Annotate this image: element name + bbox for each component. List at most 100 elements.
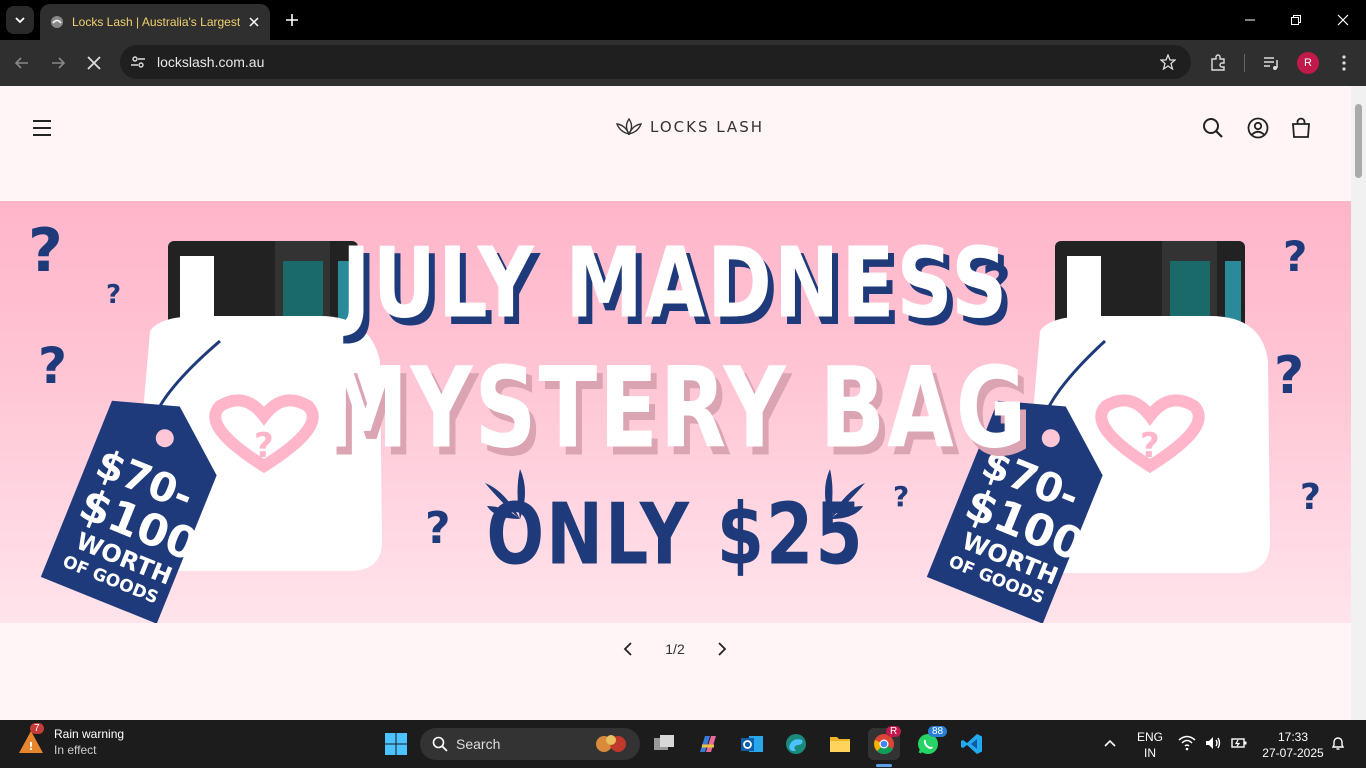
active-tab[interactable]: Locks Lash | Australia's Largest: [40, 4, 270, 40]
page-scrollbar[interactable]: [1351, 86, 1366, 720]
banner-headline-line2: MYSTERY BAG: [322, 344, 1029, 474]
clock[interactable]: 17:33 27-07-2025: [1256, 729, 1330, 761]
site-favicon-icon: [51, 16, 63, 28]
search-label: Search: [456, 736, 501, 752]
chevron-right-icon[interactable]: [714, 641, 730, 657]
forward-button[interactable]: [47, 52, 69, 74]
outlook-button[interactable]: [736, 728, 768, 760]
site-header: LOCKS LASH: [0, 86, 1351, 172]
battery-charging-icon: [1231, 738, 1247, 748]
cart-bag-icon[interactable]: [1289, 116, 1313, 140]
tab-search-button[interactable]: [6, 6, 34, 34]
chrome-profile-badge: R: [886, 726, 902, 737]
windows-taskbar: ! 7 Rain warning In effect Search R 88 E…: [0, 720, 1366, 768]
address-bar[interactable]: lockslash.com.au: [120, 45, 1191, 79]
arrow-right-icon: [52, 57, 66, 69]
start-button[interactable]: [380, 728, 412, 760]
chevron-up-icon: [1104, 739, 1116, 747]
volume-icon: [1206, 737, 1221, 749]
site-info-button[interactable]: [122, 45, 154, 79]
minimize-icon: [1245, 19, 1255, 21]
site-logo[interactable]: LOCKS LASH: [614, 116, 764, 138]
task-view-icon: [654, 735, 674, 750]
copilot-icon: [700, 736, 716, 752]
banner-price-text: ONLY $25: [486, 486, 865, 585]
edge-button[interactable]: [780, 728, 812, 760]
stop-loading-button[interactable]: [83, 52, 105, 74]
clock-time: 17:33: [1277, 730, 1309, 744]
outlook-icon: [741, 736, 763, 752]
whatsapp-unread-badge: 88: [928, 726, 948, 737]
scrollbar-thumb[interactable]: [1355, 104, 1362, 178]
browser-menu-button[interactable]: [1333, 52, 1355, 74]
more-vertical-icon: [1342, 55, 1346, 71]
bookmark-button[interactable]: [1151, 45, 1185, 79]
toolbar-divider: [1244, 54, 1245, 72]
weather-icon-wrap: ! 7: [16, 723, 46, 757]
weather-widget[interactable]: ! 7 Rain warning In effect: [16, 723, 124, 758]
arrow-left-icon: [14, 57, 28, 69]
lotus-logo-icon: [615, 117, 643, 136]
vscode-icon: [961, 734, 982, 754]
web-page: LOCKS LASH ? ? ? ? ? ? ? ? ? ? $70- $100…: [0, 86, 1351, 720]
wifi-icon: [1178, 735, 1196, 751]
weather-subtitle: In effect: [54, 743, 97, 757]
extensions-button[interactable]: [1207, 52, 1229, 74]
chrome-active-indicator: [876, 764, 892, 767]
minimize-button[interactable]: [1240, 10, 1260, 30]
star-icon: [1160, 54, 1176, 70]
weather-title: Rain warning: [54, 727, 125, 741]
clock-date: 27-07-2025: [1262, 746, 1324, 760]
weather-text: Rain warning In effect: [54, 726, 124, 758]
region-code: IN: [1144, 746, 1156, 760]
edge-icon: [786, 734, 806, 754]
url-text: lockslash.com.au: [157, 54, 265, 70]
chevron-down-icon: [15, 17, 25, 24]
plus-icon: [286, 14, 298, 26]
language-code: ENG: [1136, 730, 1163, 744]
tab-strip: Locks Lash | Australia's Largest: [0, 0, 1366, 40]
account-icon[interactable]: [1246, 116, 1270, 140]
chrome-taskbar-button[interactable]: R: [868, 726, 902, 760]
vscode-button[interactable]: [956, 728, 988, 760]
system-tray-icons[interactable]: [1178, 735, 1248, 751]
close-icon: [1337, 14, 1349, 26]
chevron-left-icon[interactable]: [620, 641, 636, 657]
restore-button[interactable]: [1286, 10, 1306, 30]
bell-icon: [1331, 737, 1345, 750]
close-icon: [87, 56, 101, 70]
new-tab-button[interactable]: [282, 10, 302, 30]
media-control-button[interactable]: [1260, 52, 1282, 74]
folder-icon: [830, 737, 850, 752]
profile-avatar[interactable]: R: [1297, 52, 1319, 74]
browser-toolbar: lockslash.com.au: [0, 40, 1366, 86]
search-icon: [432, 736, 448, 752]
restore-icon: [1291, 15, 1301, 25]
puzzle-icon: [1211, 54, 1225, 71]
search-highlight-icon: [596, 735, 626, 752]
logo-text: LOCKS LASH: [650, 118, 764, 136]
banner-headline-line1: JULY MADNESS: [341, 227, 1010, 341]
slider-controls: 1/2: [620, 636, 730, 662]
show-hidden-icons-button[interactable]: [1102, 735, 1118, 756]
menu-icon[interactable]: [30, 116, 54, 140]
back-button[interactable]: [11, 52, 33, 74]
copilot-button[interactable]: [692, 728, 724, 760]
file-explorer-button[interactable]: [824, 728, 856, 760]
language-indicator[interactable]: ENG IN: [1134, 729, 1166, 761]
close-tab-icon[interactable]: [246, 14, 262, 30]
tune-icon: [131, 56, 145, 68]
close-window-button[interactable]: [1333, 10, 1353, 30]
playlist-music-icon: [1264, 57, 1278, 70]
notifications-button[interactable]: [1330, 735, 1346, 756]
hero-banner-slide[interactable]: ? ? ? ? ? ? ? ? ? ? $70- $100 WORTH OF G…: [0, 201, 1351, 623]
slide-counter: 1/2: [665, 641, 685, 657]
taskbar-search[interactable]: Search: [420, 728, 640, 760]
svg-text:!: !: [29, 740, 34, 753]
tab-title: Locks Lash | Australia's Largest: [72, 15, 240, 29]
windows-logo-icon: [385, 733, 407, 755]
weather-alert-badge: 7: [30, 723, 44, 734]
task-view-button[interactable]: [648, 728, 680, 760]
search-icon[interactable]: [1201, 116, 1225, 140]
whatsapp-button[interactable]: 88: [912, 726, 948, 760]
